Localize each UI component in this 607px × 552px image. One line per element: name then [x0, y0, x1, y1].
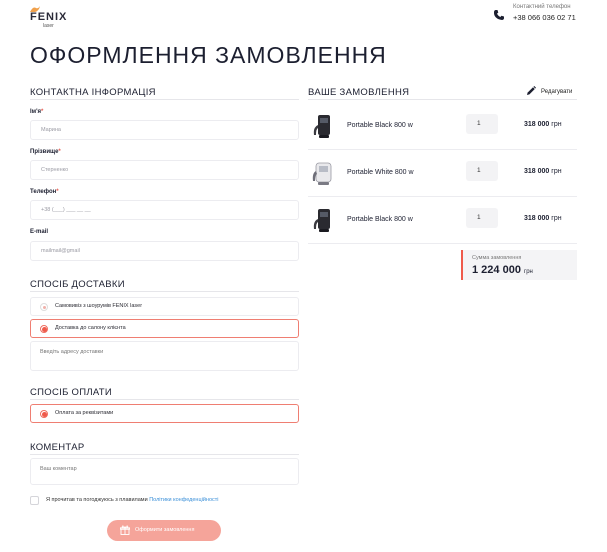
device-black-icon	[313, 115, 330, 138]
consent-text: Я прочитав та погоджуюсь з плавилами Пол…	[46, 497, 219, 503]
delivery-option-label: Самовивіз з шоурумів FENIX laser	[55, 303, 143, 309]
comment-section-title: КОМЕНТАР	[30, 442, 85, 453]
page-title: ОФОРМЛЕННЯ ЗАМОВЛЕННЯ	[30, 42, 387, 68]
contact-divider	[30, 99, 299, 100]
payment-option-label: Оплата за реквізитами	[55, 410, 114, 416]
order-total-box: Сумма замовлення 1 224 000 грн	[461, 250, 577, 280]
surname-input[interactable]	[30, 160, 299, 180]
phone-number[interactable]: +38 066 036 02 71	[513, 13, 576, 22]
delivery-option-salon[interactable]: Доставка до салону клієнта	[30, 319, 299, 338]
surname-label: Прізвище*	[30, 149, 61, 155]
device-black-icon	[313, 209, 330, 232]
name-label: Ім'я*	[30, 109, 44, 115]
delivery-option-label: Доставка до салону клієнта	[55, 325, 126, 331]
consent-checkbox[interactable]	[30, 496, 39, 505]
item-price: 318 000 грн	[524, 121, 562, 128]
phone-icon	[493, 10, 504, 20]
delivery-address-input[interactable]: Введіть адресу доставки	[30, 341, 299, 371]
order-item: Portable White 800 w 1 318 000 грн	[308, 150, 577, 197]
pencil-icon	[527, 86, 536, 95]
total-value: 1 224 000 грн	[472, 264, 533, 276]
radio-button-selected[interactable]	[40, 325, 48, 333]
payment-divider	[30, 399, 299, 400]
delivery-option-pickup[interactable]: Самовивіз з шоурумів FENIX laser	[30, 297, 299, 316]
total-label: Сумма замовлення	[472, 255, 522, 261]
site-header: FENIX laser Контактний телефон +38 066 0…	[0, 0, 607, 34]
submit-order-button[interactable]: Оформити замовлення	[107, 520, 221, 541]
contact-section-title: КОНТАКТНА ІНФОРМАЦІЯ	[30, 87, 156, 98]
item-price: 318 000 грн	[524, 168, 562, 175]
gift-icon	[120, 525, 130, 535]
order-item: Portable Black 800 w 1 318 000 грн	[308, 197, 577, 244]
item-price: 318 000 грн	[524, 215, 562, 222]
comment-textarea[interactable]: Ваш коментар	[30, 458, 299, 485]
privacy-policy-link[interactable]: Політики конфеденційності	[149, 497, 218, 503]
order-item: Portable Black 800 w 1 318 000 грн	[308, 103, 577, 150]
item-name: Portable Black 800 w	[347, 122, 413, 129]
payment-section-title: СПОСІБ ОПЛАТИ	[30, 387, 113, 398]
order-section-title: ВАШЕ ЗАМОВЛЕННЯ	[308, 87, 410, 98]
delivery-divider	[30, 291, 299, 292]
delivery-section-title: СПОСІБ ДОСТАВКИ	[30, 279, 125, 290]
phone-label: Контактний телефон	[513, 4, 571, 10]
radio-button-selected[interactable]	[40, 410, 48, 418]
item-quantity[interactable]: 1	[466, 208, 498, 228]
item-name: Portable Black 800 w	[347, 216, 413, 223]
item-divider	[308, 243, 577, 244]
item-quantity[interactable]: 1	[466, 161, 498, 181]
email-label: E-mail	[30, 229, 49, 235]
logo-subtext: laser	[43, 23, 54, 29]
item-quantity[interactable]: 1	[466, 114, 498, 134]
payment-option-invoice[interactable]: Оплата за реквізитами	[30, 404, 299, 423]
edit-label: Редагувати	[541, 89, 573, 95]
submit-label: Оформити замовлення	[135, 527, 195, 533]
order-divider	[308, 99, 577, 100]
device-white-icon	[312, 162, 332, 185]
phone-input[interactable]	[30, 200, 299, 220]
email-input[interactable]	[30, 241, 299, 261]
name-input[interactable]	[30, 120, 299, 140]
item-name: Portable White 800 w	[347, 169, 414, 176]
comment-divider	[30, 454, 299, 455]
radio-button[interactable]	[40, 303, 48, 311]
logo-text: FENIX	[30, 11, 68, 23]
phone-field-label: Телефон*	[30, 189, 59, 195]
